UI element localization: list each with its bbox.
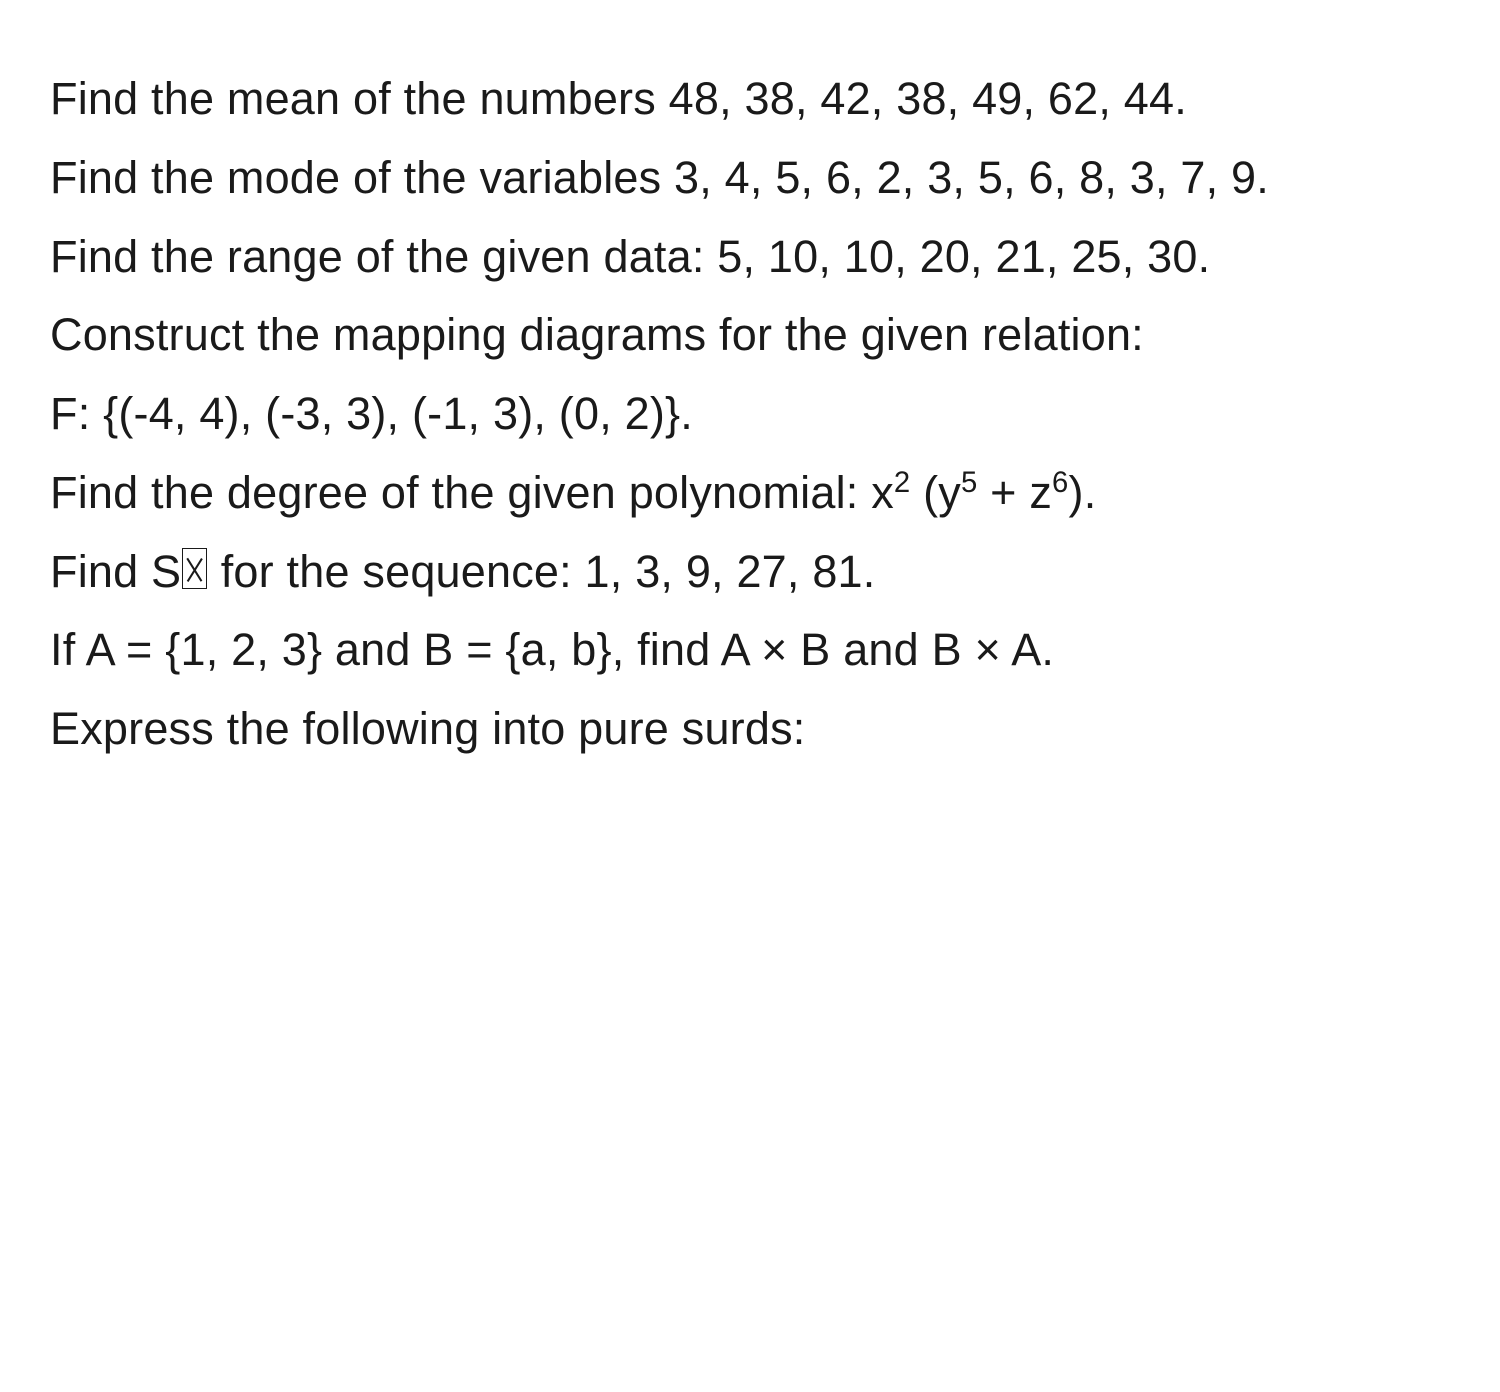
question-text: Construct the mapping diagrams for the g… [50, 309, 1144, 360]
question-mapping-relation: F: {(-4, 4), (-3, 3), (-1, 3), (0, 2)}. [50, 375, 1450, 454]
question-text: Find the mean of the numbers 48, 38, 42,… [50, 73, 1187, 124]
text-part: ). [1069, 467, 1097, 518]
question-mean: Find the mean of the numbers 48, 38, 42,… [50, 60, 1450, 139]
question-mapping: Construct the mapping diagrams for the g… [50, 296, 1450, 375]
question-polynomial-degree: Find the degree of the given polynomial:… [50, 454, 1450, 533]
question-sequence-sum: Find S for the sequence: 1, 3, 9, 27, 81… [50, 533, 1450, 612]
exponent: 5 [961, 467, 977, 499]
question-range: Find the range of the given data: 5, 10,… [50, 218, 1450, 297]
question-text: Find the mode of the variables 3, 4, 5, … [50, 152, 1269, 203]
question-cartesian-product: If A = {1, 2, 3} and B = {a, b}, find A … [50, 611, 1450, 690]
text-part: (y [910, 467, 961, 518]
document-body: Find the mean of the numbers 48, 38, 42,… [50, 60, 1450, 769]
missing-subscript-glyph [182, 548, 207, 589]
relation-text: F: {(-4, 4), (-3, 3), (-1, 3), (0, 2)}. [50, 388, 693, 439]
exponent: 6 [1052, 467, 1068, 499]
text-part: for the sequence: 1, 3, 9, 27, 81. [208, 546, 875, 597]
text-part: Find the degree of the given polynomial:… [50, 467, 894, 518]
question-text: Find the range of the given data: 5, 10,… [50, 231, 1210, 282]
question-text: If A = {1, 2, 3} and B = {a, b}, find A … [50, 624, 1054, 675]
question-mode: Find the mode of the variables 3, 4, 5, … [50, 139, 1450, 218]
text-part: Find S [50, 546, 181, 597]
question-surds: Express the following into pure surds: [50, 690, 1450, 769]
exponent: 2 [894, 467, 910, 499]
question-text: Express the following into pure surds: [50, 703, 805, 754]
text-part: + z [977, 467, 1052, 518]
